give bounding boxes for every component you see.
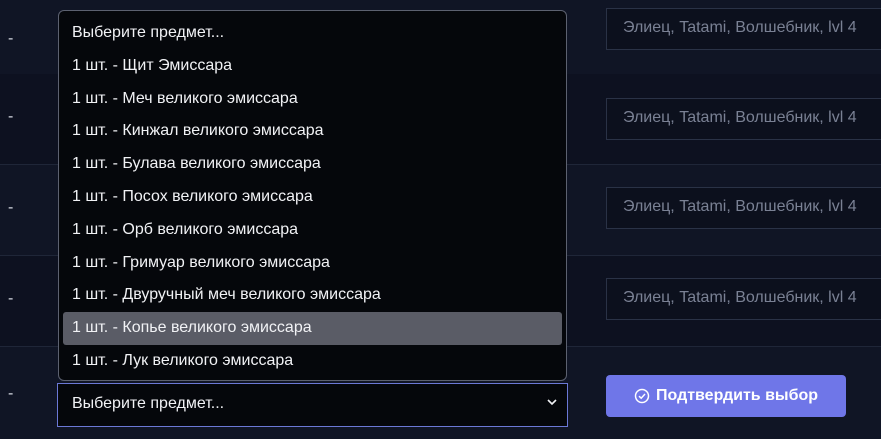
confirm-selection-button[interactable]: Подтвердить выбор [606, 375, 846, 417]
player-field[interactable]: Элиец, Tatami, Волшебник, lvl 4 [606, 278, 881, 320]
dropdown-option[interactable]: 1 шт. - Булава великого эмиссара [63, 148, 562, 181]
player-field[interactable]: Элиец, Tatami, Волшебник, lvl 4 [606, 187, 881, 229]
dropdown-option[interactable]: 1 шт. - Щит Эмиссара [63, 50, 562, 83]
item-dropdown-list[interactable]: Выберите предмет... 1 шт. - Щит Эмиссара… [58, 10, 567, 381]
select-value: Выберите предмет... [72, 395, 225, 412]
dropdown-option[interactable]: 1 шт. - Меч великого эмиссара [63, 83, 562, 116]
dropdown-option[interactable]: 1 шт. - Посох великого эмиссара [63, 181, 562, 214]
dropdown-option-placeholder[interactable]: Выберите предмет... [63, 17, 562, 50]
dropdown-option[interactable]: 1 шт. - Лук великого эмиссара [63, 345, 562, 378]
check-circle-icon [634, 388, 650, 404]
row-dash: - [8, 385, 14, 402]
player-field[interactable]: Элиец, Tatami, Волшебник, lvl 4 [606, 98, 881, 140]
item-select[interactable]: Выберите предмет... [57, 383, 568, 427]
dropdown-option[interactable]: 1 шт. - Гримуар великого эмиссара [63, 247, 562, 280]
chevron-down-icon [547, 399, 557, 406]
row-dash: - [8, 30, 14, 47]
confirm-button-label: Подтвердить выбор [656, 387, 818, 404]
dropdown-option-highlighted[interactable]: 1 шт. - Копье великого эмиссара [63, 312, 562, 345]
row-dash: - [8, 290, 14, 307]
dropdown-option[interactable]: 1 шт. - Орб великого эмиссара [63, 214, 562, 247]
row-dash: - [8, 199, 14, 216]
dropdown-option[interactable]: 1 шт. - Двуручный меч великого эмиссара [63, 279, 562, 312]
player-field[interactable]: Элиец, Tatami, Волшебник, lvl 4 [606, 8, 881, 50]
dropdown-option[interactable]: 1 шт. - Кинжал великого эмиссара [63, 115, 562, 148]
row-dash: - [8, 108, 14, 125]
